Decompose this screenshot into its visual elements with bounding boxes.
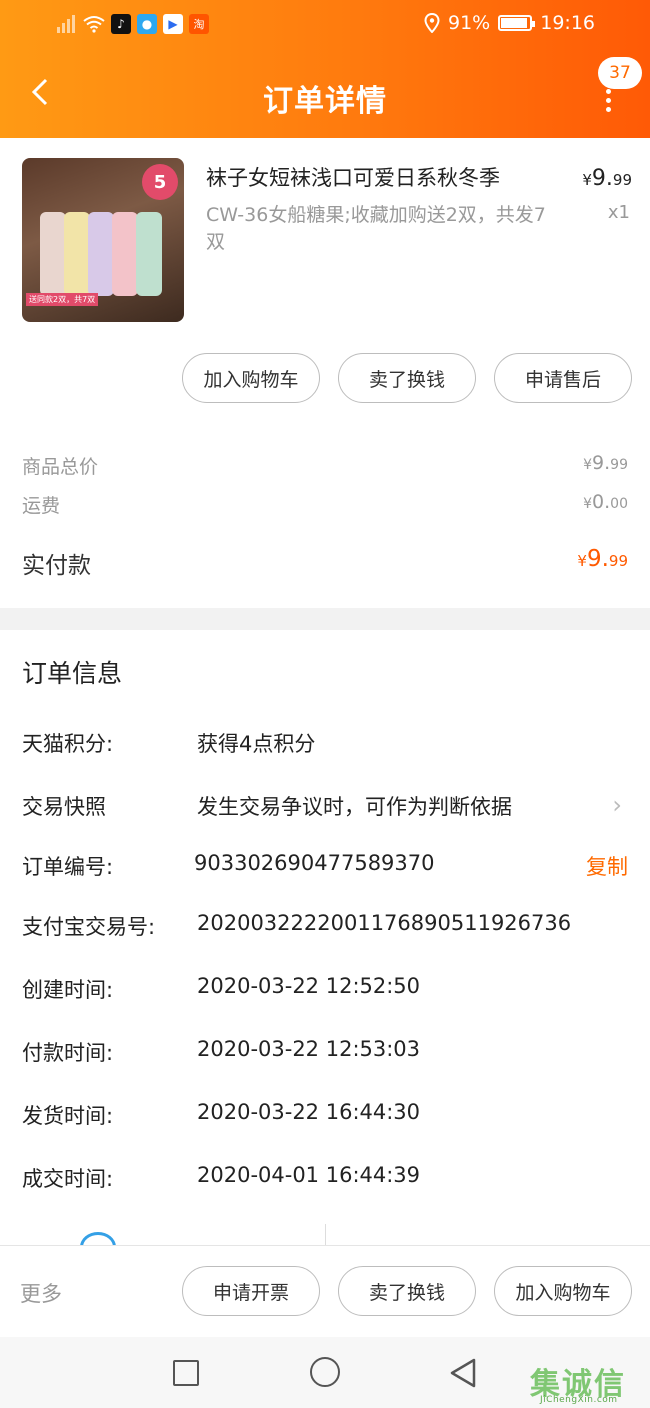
sock-shape xyxy=(136,212,162,296)
goods-total-dec: 99 xyxy=(610,457,628,473)
after-sales-button[interactable]: 申请售后 xyxy=(494,353,632,403)
alipay-number-value: 2020032222001176890511926736 xyxy=(197,911,572,935)
wifi-icon xyxy=(83,15,105,33)
goods-total-int: 9. xyxy=(592,452,611,474)
watermark: 集诚信 JiChengXin.com xyxy=(530,1359,640,1407)
more-menu-button[interactable] xyxy=(604,89,612,113)
vertical-divider xyxy=(325,1224,326,1246)
system-nav-bar: 集诚信 JiChengXin.com xyxy=(0,1337,650,1408)
bottom-actions: 申请开票 卖了换钱 加入购物车 xyxy=(182,1266,632,1316)
status-bar: ♪ ● ▶ 淘 91% 19:16 xyxy=(0,10,650,42)
order-info-title: 订单信息 xyxy=(22,659,123,688)
lightbulb-icon: ● xyxy=(137,14,157,34)
points-value: 获得4点积分 xyxy=(197,732,316,756)
created-time-label: 创建时间: xyxy=(22,978,114,1002)
product-title[interactable]: 袜子女短袜浅口可爱日系秋冬季 xyxy=(206,162,556,192)
message-count-badge[interactable]: 37 xyxy=(598,57,642,89)
header-bar: ♪ ● ▶ 淘 91% 19:16 订单详情 37 xyxy=(0,0,650,138)
currency-symbol: ¥ xyxy=(583,457,593,473)
section-divider xyxy=(0,608,650,630)
battery-percent: 91% xyxy=(448,12,491,34)
alipay-number-label: 支付宝交易号: xyxy=(22,915,156,939)
sock-shape xyxy=(112,212,138,296)
paid-time-value: 2020-03-22 12:53:03 xyxy=(197,1037,421,1061)
shipping-row: 运费 ¥0.00 xyxy=(22,491,628,518)
battery-fill xyxy=(501,18,527,28)
dot-icon xyxy=(605,98,611,103)
currency-symbol: ¥ xyxy=(582,171,592,189)
product-price: ¥9.99 xyxy=(582,166,632,191)
signal-icon xyxy=(55,15,77,33)
paid-dec: 99 xyxy=(608,552,628,570)
image-caption: 送同款2双，共7双 xyxy=(26,293,99,306)
contact-seller-icon[interactable] xyxy=(80,1232,140,1246)
price-int: 9. xyxy=(591,166,613,191)
points-label: 天猫积分: xyxy=(22,732,114,756)
sell-button[interactable]: 卖了换钱 xyxy=(338,1266,476,1316)
shipping-int: 0. xyxy=(592,491,611,513)
sock-shape xyxy=(40,212,66,296)
location-icon xyxy=(424,12,440,34)
shipped-time-label: 发货时间: xyxy=(22,1104,114,1128)
dot-icon xyxy=(605,89,611,94)
status-right: 91% 19:16 xyxy=(424,12,595,34)
paid-row: 实付款 ¥9.99 xyxy=(22,546,628,580)
chevron-right-icon: › xyxy=(612,791,622,819)
created-time-value: 2020-03-22 12:52:50 xyxy=(197,974,421,998)
bottom-action-bar: 更多 申请开票 卖了换钱 加入购物车 xyxy=(0,1245,650,1337)
tiktok-icon: ♪ xyxy=(111,14,131,34)
paid-label: 实付款 xyxy=(22,553,91,579)
goods-total-value: ¥9.99 xyxy=(583,452,628,479)
completed-time-label: 成交时间: xyxy=(22,1167,114,1191)
currency-symbol: ¥ xyxy=(577,552,587,570)
paid-int: 9. xyxy=(586,546,609,572)
order-number-value: 903302690477589370 xyxy=(194,851,435,875)
shipping-label: 运费 xyxy=(22,495,61,517)
snapshot-label: 交易快照 xyxy=(22,795,106,819)
watermark-sub: JiChengXin.com xyxy=(540,1395,618,1405)
taobao-icon: 淘 xyxy=(189,14,209,34)
sock-shape xyxy=(88,212,114,296)
home-icon[interactable] xyxy=(310,1357,340,1387)
shipping-value: ¥0.00 xyxy=(583,491,628,518)
product-image[interactable]: 5 送同款2双，共7双 xyxy=(22,158,184,322)
price-dec: 99 xyxy=(612,171,632,189)
paid-time-label: 付款时间: xyxy=(22,1041,114,1065)
page-title: 订单详情 xyxy=(263,84,387,119)
sock-shape xyxy=(64,212,90,296)
completed-time-value: 2020-04-01 16:44:39 xyxy=(197,1163,421,1187)
goods-total-row: 商品总价 ¥9.99 xyxy=(22,452,628,479)
invoice-button[interactable]: 申请开票 xyxy=(182,1266,320,1316)
product-actions: 加入购物车 卖了换钱 申请售后 xyxy=(182,353,632,403)
clock: 19:16 xyxy=(540,12,595,34)
paid-value: ¥9.99 xyxy=(577,546,628,580)
dot-icon xyxy=(605,107,611,112)
product-sku: CW-36女船糖果;收藏加购送2双，共发7双 xyxy=(206,204,546,253)
package-count-badge: 5 xyxy=(142,164,178,200)
more-button[interactable]: 更多 xyxy=(20,1278,62,1308)
order-number-label: 订单编号: xyxy=(22,855,114,879)
sell-button[interactable]: 卖了换钱 xyxy=(338,353,476,403)
recent-apps-icon[interactable] xyxy=(173,1360,199,1386)
back-triangle-icon[interactable] xyxy=(448,1357,478,1389)
product-card: 5 送同款2双，共7双 袜子女短袜浅口可爱日系秋冬季 CW-36女船糖果;收藏加… xyxy=(0,138,650,608)
shipped-time-value: 2020-03-22 16:44:30 xyxy=(197,1100,421,1124)
status-left: ♪ ● ▶ 淘 xyxy=(55,14,209,34)
add-to-cart-button[interactable]: 加入购物车 xyxy=(494,1266,632,1316)
goods-total-label: 商品总价 xyxy=(22,456,99,478)
copy-button[interactable]: 复制 xyxy=(586,851,628,881)
add-to-cart-button[interactable]: 加入购物车 xyxy=(182,353,320,403)
snapshot-value: 发生交易争议时，可作为判断依据 xyxy=(197,795,512,819)
youku-icon: ▶ xyxy=(163,14,183,34)
battery-icon xyxy=(498,15,536,31)
product-quantity: x1 xyxy=(607,202,630,223)
currency-symbol: ¥ xyxy=(583,496,593,512)
shipping-dec: 00 xyxy=(610,496,628,512)
